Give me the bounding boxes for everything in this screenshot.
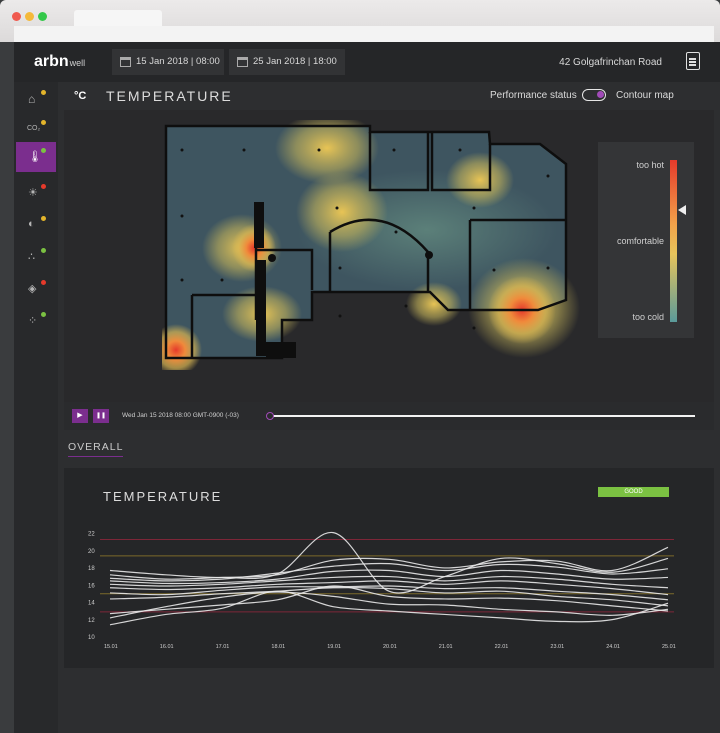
x-tick-label: 15.01 — [104, 644, 118, 650]
x-tick-label: 24.01 — [606, 644, 620, 650]
cells-icon: ⁘ — [28, 315, 38, 327]
start-date-label: 15 Jan 2018 | 08:00 — [136, 56, 220, 67]
browser-toolbar — [14, 26, 714, 42]
overall-chart-panel: TEMPERATURE GOOD 10 12 14 16 18 20 22 15.01 16.0… — [64, 468, 714, 668]
end-date-picker[interactable]: 25 Jan 2018 | 18:00 — [229, 49, 345, 75]
sidebar-item-leak[interactable]: ◈ — [16, 274, 56, 304]
x-tick-label: 17.01 — [216, 644, 230, 650]
legend-too-cold: too cold — [632, 312, 664, 322]
status-dot — [41, 280, 46, 285]
temperature-legend: too hot comfortable too cold — [598, 142, 694, 338]
logo-suffix: well — [69, 58, 86, 68]
playback-timestamp: Wed Jan 15 2018 08:00 GMT-0900 (-03) — [122, 412, 239, 419]
x-tick-label: 21.01 — [439, 644, 453, 650]
x-tick-label: 23.01 — [550, 644, 564, 650]
sidebar-item-humidity[interactable]: ◐ — [16, 210, 56, 240]
sidebar-item-home[interactable]: ⌂ — [16, 84, 56, 114]
browser-tab[interactable] — [74, 10, 162, 26]
y-tick-label: 16 — [88, 583, 95, 589]
particles-icon: ∴ — [28, 251, 35, 263]
sun-icon: ☀ — [28, 187, 38, 199]
report-icon[interactable] — [686, 52, 700, 70]
y-tick-label: 20 — [88, 549, 95, 555]
app-root: arbnwell 15 Jan 2018 | 08:00 25 Jan 2018… — [14, 42, 720, 733]
current-value-marker — [678, 205, 686, 215]
y-tick-label: 14 — [88, 601, 95, 607]
status-dot — [41, 216, 46, 221]
timeline-slider[interactable] — [270, 415, 695, 417]
status-dot — [41, 90, 46, 95]
sidebar-item-temperature[interactable]: 🌡 — [16, 142, 56, 172]
x-tick-label: 20.01 — [383, 644, 397, 650]
performance-status-label: Performance status — [490, 90, 577, 101]
status-dot — [41, 184, 46, 189]
view-toggle[interactable] — [582, 89, 606, 101]
sidebar: ⌂ CO₂ 🌡 ☀ ◐ ∴ ◈ ⁘ — [14, 82, 58, 733]
heat-zone — [406, 282, 462, 326]
sidebar-item-light[interactable]: ☀ — [16, 178, 56, 208]
sidebar-item-particles[interactable]: ∴ — [16, 242, 56, 272]
y-tick-label: 10 — [88, 635, 95, 641]
calendar-icon — [237, 57, 248, 67]
drop-alert-icon: ◈ — [28, 283, 37, 295]
pause-button[interactable]: ❚❚ — [93, 409, 109, 423]
series-line — [109, 585, 669, 615]
end-date-label: 25 Jan 2018 | 18:00 — [253, 56, 337, 67]
timeline-handle[interactable] — [266, 412, 274, 420]
temperature-line-chart: 10 12 14 16 18 20 22 15.01 16.01 17.01 18.01 19.01 2… — [88, 532, 676, 650]
playback-bar: ▶ ❚❚ Wed Jan 15 2018 08:00 GMT-0900 (-03… — [64, 402, 714, 430]
floorplan-heatmap[interactable] — [162, 120, 582, 370]
page-title: TEMPERATURE — [106, 88, 233, 104]
logo[interactable]: arbnwell — [34, 53, 85, 71]
x-tick-label: 22.01 — [495, 644, 509, 650]
y-tick-label: 22 — [88, 532, 95, 538]
co2-icon: CO₂ — [27, 125, 41, 132]
status-dot — [41, 148, 46, 153]
status-dot — [41, 120, 46, 125]
start-date-picker[interactable]: 15 Jan 2018 | 08:00 — [112, 49, 224, 75]
legend-comfortable: comfortable — [616, 236, 664, 246]
toggle-knob — [597, 91, 604, 98]
close-window-dot[interactable] — [12, 12, 21, 21]
heatmap-panel: too hot comfortable too cold — [64, 110, 714, 402]
overall-section-label: OVERALL — [68, 441, 124, 457]
sidebar-item-co2[interactable]: CO₂ — [16, 114, 56, 144]
status-dot — [41, 312, 46, 317]
x-tick-label: 25.01 — [662, 644, 676, 650]
heat-zone — [446, 152, 514, 208]
sidebar-item-cells[interactable]: ⁘ — [16, 306, 56, 336]
logo-text: arbn — [34, 53, 69, 70]
x-tick-label: 19.01 — [327, 644, 341, 650]
legend-color-scale — [670, 160, 677, 322]
top-bar: arbnwell 15 Jan 2018 | 08:00 25 Jan 2018… — [14, 42, 720, 82]
unit-label: °C — [74, 90, 87, 102]
maximize-window-dot[interactable] — [38, 12, 47, 21]
y-tick-label: 12 — [88, 618, 95, 624]
play-button[interactable]: ▶ — [72, 409, 88, 423]
humidity-icon: ◐ — [28, 218, 35, 230]
x-tick-label: 18.01 — [271, 644, 285, 650]
building-address: 42 Golgafrinchan Road — [559, 57, 662, 68]
thermometer-icon: 🌡 — [28, 151, 42, 163]
heat-zone — [296, 172, 388, 252]
status-dot — [41, 248, 46, 253]
legend-too-hot: too hot — [636, 160, 664, 170]
panel-header: °C TEMPERATURE Performance status Contou… — [64, 82, 714, 110]
calendar-icon — [120, 57, 131, 67]
x-tick-label: 16.01 — [160, 644, 174, 650]
browser-chrome — [0, 0, 720, 42]
contour-map-label[interactable]: Contour map — [616, 90, 674, 101]
minimize-window-dot[interactable] — [25, 12, 34, 21]
browser-window: arbnwell 15 Jan 2018 | 08:00 25 Jan 2018… — [0, 0, 720, 733]
home-icon: ⌂ — [28, 92, 36, 106]
y-tick-label: 18 — [88, 566, 95, 572]
